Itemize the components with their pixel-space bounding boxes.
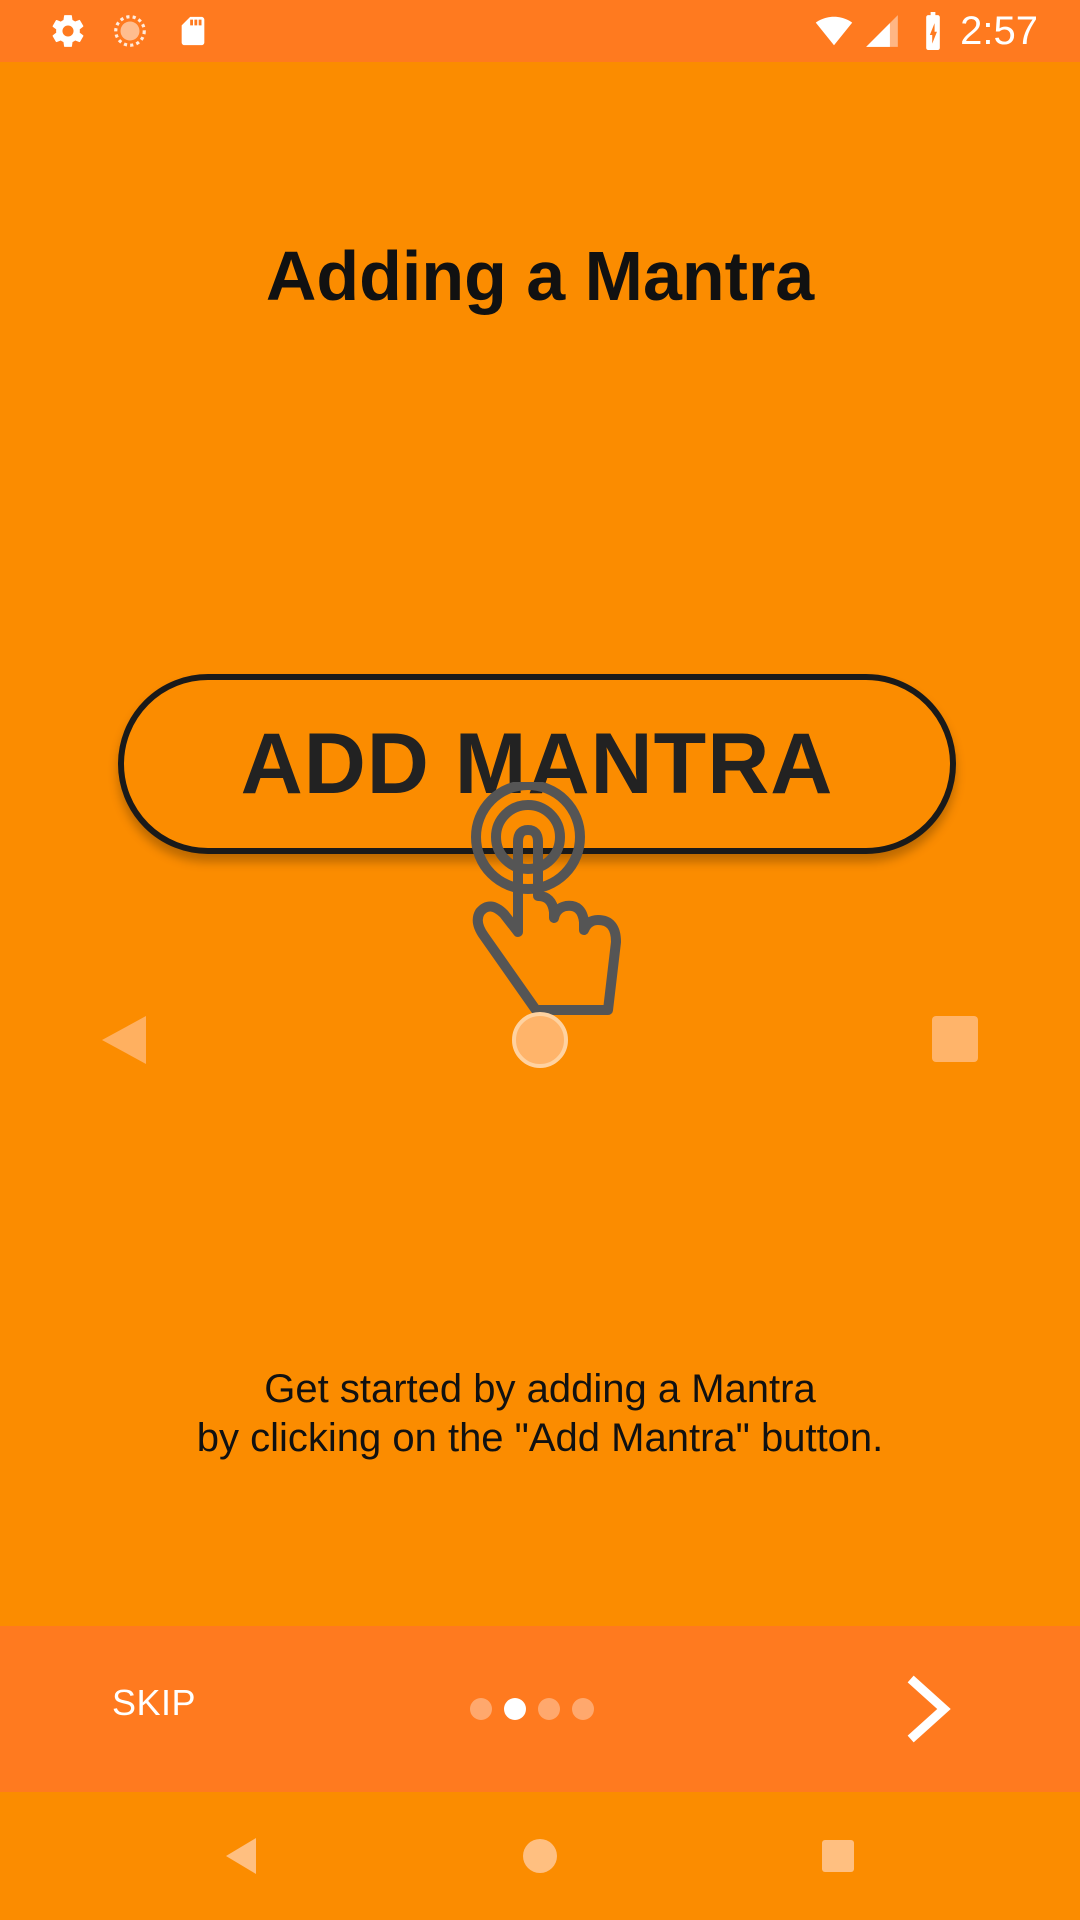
tap-hand-icon <box>471 782 621 1015</box>
wifi-icon <box>815 16 853 46</box>
slide-title: Adding a Mantra <box>265 237 815 315</box>
illustration-home-icon <box>512 1012 568 1068</box>
page-dot-2-active <box>504 1698 526 1720</box>
illustration-nav-bar <box>102 1012 978 1068</box>
sd-card-icon <box>181 16 205 46</box>
add-mantra-illustration: ADD MANTRA <box>40 560 1040 1080</box>
sync-icon <box>114 15 146 47</box>
illustration-back-icon <box>102 1016 146 1064</box>
system-nav-bar <box>0 1792 1080 1920</box>
page-dot-1 <box>470 1698 492 1720</box>
signal-icon <box>866 15 898 47</box>
illustration-recents-icon <box>932 1016 978 1062</box>
status-bar: 2:57 <box>0 0 1080 62</box>
slide-description: Get started by adding a Mantra by clicki… <box>0 1365 1080 1463</box>
skip-button[interactable]: SKIP <box>112 1682 196 1724</box>
back-icon[interactable] <box>210 1826 270 1886</box>
status-time: 2:57 <box>960 9 1038 53</box>
next-button[interactable] <box>900 1674 960 1744</box>
home-icon[interactable] <box>510 1826 570 1886</box>
page-dot-4 <box>572 1698 594 1720</box>
description-line-1: Get started by adding a Mantra <box>264 1367 816 1411</box>
onboarding-bottom-bar: SKIP <box>0 1626 1080 1792</box>
recents-icon[interactable] <box>808 1826 868 1886</box>
page-dot-3 <box>538 1698 560 1720</box>
battery-charging-icon <box>926 12 940 50</box>
onboarding-screen: 2:57 Adding a Mantra ADD MANTRA Get star… <box>0 0 1080 1920</box>
settings-icon <box>52 15 84 47</box>
chevron-right-icon <box>907 1675 951 1743</box>
description-line-2: by clicking on the "Add Mantra" button. <box>196 1416 884 1460</box>
